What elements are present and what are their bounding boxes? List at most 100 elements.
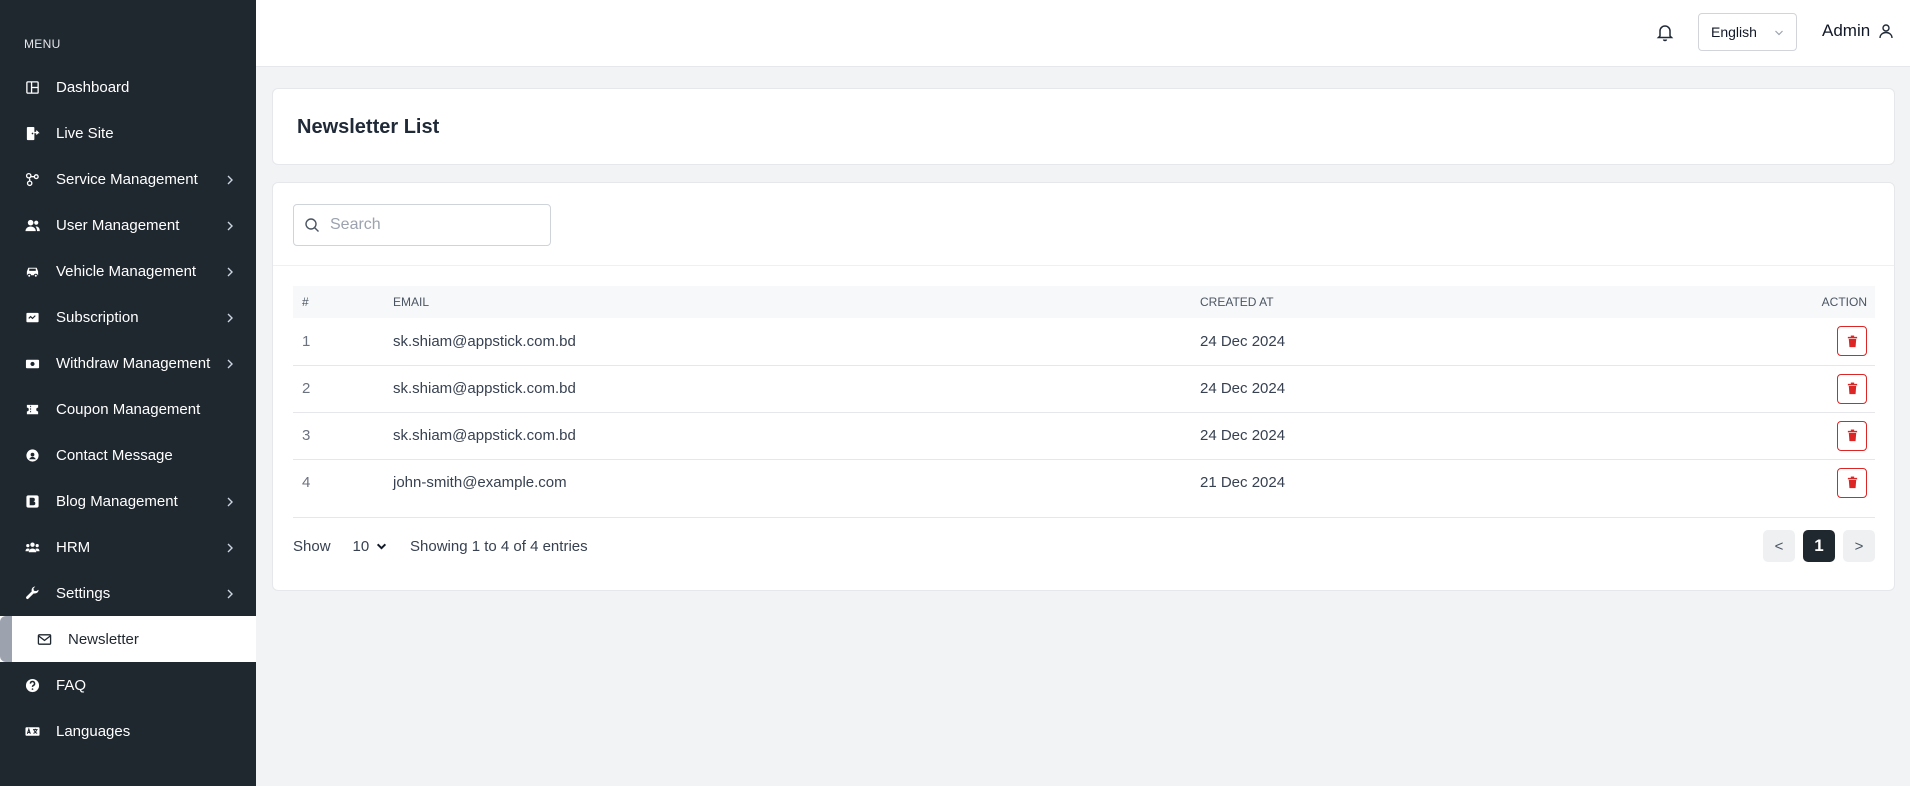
column-header-number: # bbox=[302, 295, 309, 309]
sidebar-item-label: Service Management bbox=[56, 170, 198, 188]
coupon-icon bbox=[24, 401, 40, 417]
row-action bbox=[1615, 365, 1875, 412]
row-created-at: 24 Dec 2024 bbox=[1200, 380, 1286, 397]
sidebar-item-contact-message[interactable]: Contact Message bbox=[0, 432, 256, 478]
sidebar-item-label: Withdraw Management bbox=[56, 354, 211, 372]
sidebar-item-newsletter[interactable]: Newsletter bbox=[0, 616, 256, 662]
subscription-icon bbox=[24, 309, 40, 325]
sidebar-item-label: Coupon Management bbox=[56, 400, 201, 418]
chevron-down-icon bbox=[1775, 30, 1783, 36]
sidebar-item-live-site[interactable]: Live Site bbox=[0, 110, 256, 156]
delete-button[interactable] bbox=[1837, 420, 1867, 451]
menu-heading: MENU bbox=[24, 37, 61, 51]
newsletter-list-card: # EMAIL CREATED AT ACTION 1 sk.shiam@app… bbox=[272, 182, 1895, 591]
contact-icon bbox=[24, 447, 40, 463]
live-site-icon bbox=[24, 125, 40, 141]
page-size-control: Show 10 bbox=[293, 538, 387, 555]
row-number: 2 bbox=[302, 380, 311, 397]
language-select-value: English bbox=[1711, 24, 1757, 40]
row-email: sk.shiam@appstick.com.bd bbox=[393, 332, 576, 350]
search-input[interactable] bbox=[330, 216, 530, 234]
delete-button[interactable] bbox=[1837, 326, 1867, 357]
prev-page-button[interactable]: < bbox=[1763, 530, 1795, 562]
user-menu[interactable]: Admin bbox=[1822, 21, 1894, 41]
row-created-at: 21 Dec 2024 bbox=[1200, 474, 1286, 492]
sidebar-item-withdraw-management[interactable]: Withdraw Management bbox=[0, 340, 256, 386]
delete-button[interactable] bbox=[1837, 467, 1867, 498]
sidebar-item-service-management[interactable]: Service Management bbox=[0, 156, 256, 202]
sidebar-item-vehicle-management[interactable]: Vehicle Management bbox=[0, 248, 256, 294]
sidebar-item-faq[interactable]: FAQ bbox=[0, 662, 256, 708]
trash-icon bbox=[1847, 335, 1857, 347]
blog-icon bbox=[24, 493, 40, 509]
sidebar-item-languages[interactable]: Languages bbox=[0, 708, 256, 754]
page-header-card: Newsletter List bbox=[272, 88, 1895, 165]
wrench-icon bbox=[24, 585, 40, 601]
search-field[interactable] bbox=[293, 204, 551, 246]
table-row: 4 john-smith@example.com 21 Dec 2024 bbox=[293, 459, 1875, 506]
page-size-value: 10 bbox=[352, 538, 370, 555]
dashboard-icon bbox=[24, 79, 40, 95]
sidebar-item-label: Languages bbox=[56, 722, 131, 740]
bell-icon[interactable] bbox=[1655, 22, 1675, 42]
sidebar-item-label: Settings bbox=[56, 584, 111, 602]
sidebar-item-label: Contact Message bbox=[56, 446, 173, 464]
money-icon bbox=[24, 355, 40, 371]
sidebar-item-hrm[interactable]: HRM bbox=[0, 524, 256, 570]
language-icon bbox=[24, 723, 40, 739]
users-icon bbox=[24, 217, 40, 233]
sidebar-item-label: Vehicle Management bbox=[56, 262, 197, 280]
row-email: sk.shiam@appstick.com.bd bbox=[393, 380, 576, 397]
row-action bbox=[1615, 459, 1875, 506]
next-page-button[interactable]: > bbox=[1843, 530, 1875, 562]
sidebar-item-subscription[interactable]: Subscription bbox=[0, 294, 256, 340]
table-row: 2 sk.shiam@appstick.com.bd 24 Dec 2024 bbox=[293, 365, 1875, 412]
pagination: < 1 > bbox=[1763, 530, 1875, 562]
trash-icon bbox=[1847, 382, 1857, 395]
question-icon bbox=[24, 677, 40, 693]
trash-icon bbox=[1847, 476, 1857, 489]
chevron-right-icon bbox=[227, 497, 233, 507]
sidebar-nav: Dashboard Live Site Service Management U… bbox=[0, 64, 256, 754]
sidebar-item-coupon-management[interactable]: Coupon Management bbox=[0, 386, 256, 432]
sidebar-item-blog-management[interactable]: Blog Management bbox=[0, 478, 256, 524]
delete-button[interactable] bbox=[1837, 373, 1867, 404]
user-name: Admin bbox=[1822, 21, 1871, 40]
topbar: English Admin bbox=[256, 0, 1910, 67]
newsletter-table: # EMAIL CREATED AT ACTION 1 sk.shiam@app… bbox=[293, 286, 1875, 506]
divider bbox=[273, 265, 1894, 266]
chevron-right-icon bbox=[227, 175, 233, 185]
hrm-icon bbox=[24, 539, 40, 555]
search-icon bbox=[305, 218, 319, 232]
sidebar-item-label: Dashboard bbox=[56, 78, 130, 96]
sidebar-item-label: Subscription bbox=[56, 308, 139, 326]
show-label: Show bbox=[293, 538, 331, 555]
chevron-right-icon bbox=[227, 221, 233, 231]
page-button-current[interactable]: 1 bbox=[1803, 530, 1835, 562]
sidebar-item-user-management[interactable]: User Management bbox=[0, 202, 256, 248]
chevron-down-icon bbox=[377, 543, 387, 550]
divider bbox=[293, 517, 1875, 518]
sidebar-item-dashboard[interactable]: Dashboard bbox=[0, 64, 256, 110]
sidebar-item-label: User Management bbox=[56, 216, 180, 234]
envelope-icon bbox=[36, 631, 52, 647]
sidebar-item-label: Blog Management bbox=[56, 492, 178, 510]
sidebar-item-settings[interactable]: Settings bbox=[0, 570, 256, 616]
table-row: 3 sk.shiam@appstick.com.bd 24 Dec 2024 bbox=[293, 412, 1875, 459]
chevron-right-icon bbox=[227, 589, 233, 599]
table-row: 1 sk.shiam@appstick.com.bd 24 Dec 2024 bbox=[293, 318, 1875, 365]
service-icon bbox=[24, 171, 40, 187]
sidebar-item-label: Newsletter bbox=[68, 630, 139, 648]
page-size-select[interactable]: 10 bbox=[353, 538, 388, 555]
entries-info: Showing 1 to 4 of 4 entries bbox=[410, 538, 588, 555]
language-select[interactable]: English bbox=[1698, 13, 1797, 51]
sidebar-item-label: HRM bbox=[56, 538, 91, 556]
chevron-right-icon bbox=[227, 359, 233, 369]
row-created-at: 24 Dec 2024 bbox=[1200, 427, 1286, 444]
row-email: sk.shiam@appstick.com.bd bbox=[393, 427, 576, 444]
user-icon bbox=[1879, 24, 1893, 39]
row-action bbox=[1615, 412, 1875, 459]
sidebar-item-label: Live Site bbox=[56, 124, 114, 142]
row-email: john-smith@example.com bbox=[393, 474, 567, 492]
row-created-at: 24 Dec 2024 bbox=[1200, 332, 1286, 350]
